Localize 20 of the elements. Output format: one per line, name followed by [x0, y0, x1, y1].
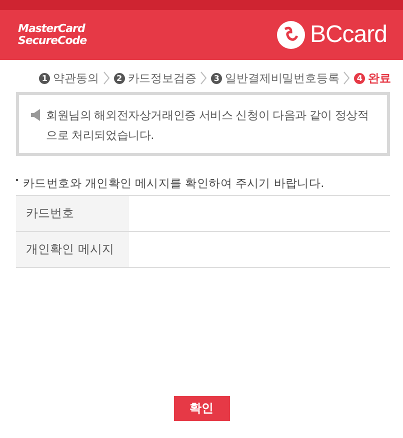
bccard-logo: BCcard [310, 21, 387, 49]
step-label: 일반결제비밀번호등록 [225, 70, 340, 86]
chevron-icon [102, 71, 110, 85]
step-label: 약관동의 [53, 70, 99, 86]
speaker-icon [31, 109, 40, 121]
row-label: 개인확인 메시지 [16, 232, 129, 267]
row-label: 카드번호 [16, 196, 129, 231]
step-number: 3 [211, 72, 222, 84]
instruction-text: 카드번호와 개인확인 메시지를 확인하여 주시기 바랍니다. [23, 176, 324, 191]
mastercard-securecode-logo: MasterCard SecureCode [18, 23, 87, 47]
step-number: 1 [39, 72, 50, 84]
step-number: 4 [354, 72, 366, 84]
chevron-icon [343, 71, 350, 85]
bc-logo-icon [276, 20, 306, 50]
step-label: 완료 [368, 70, 391, 86]
notice-text: 회원님의 해외전자상거래인증 서비스 신청이 다음과 같이 정상적으로 처리되었습니다. [46, 107, 370, 144]
step-label: 카드정보검증 [128, 70, 196, 86]
confirm-button[interactable]: 확인 [174, 396, 230, 421]
chevron-icon [200, 71, 208, 85]
step-number: 2 [114, 72, 125, 84]
